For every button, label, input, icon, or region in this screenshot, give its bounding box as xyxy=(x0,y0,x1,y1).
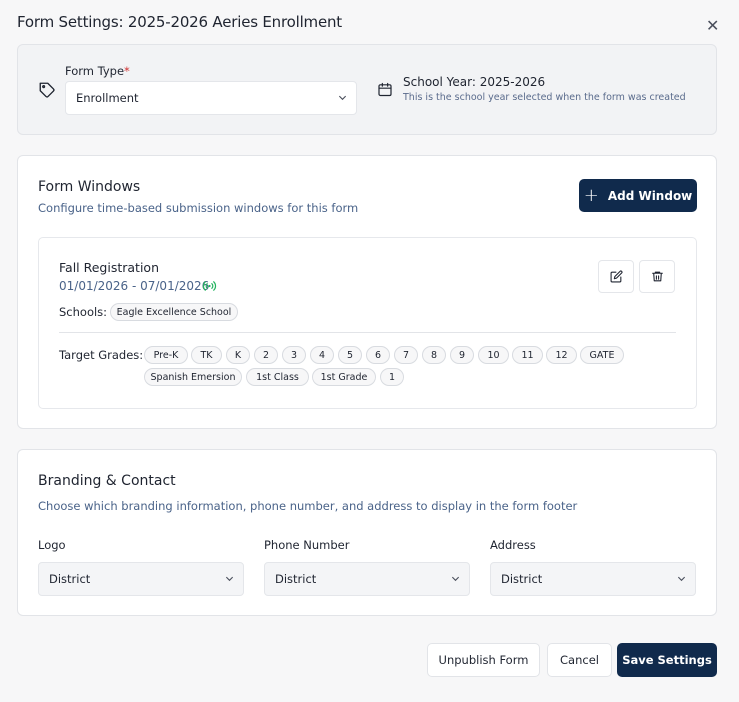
window-name: Fall Registration xyxy=(59,260,159,275)
branding-card: Branding & Contact Choose which branding… xyxy=(17,449,717,616)
dialog-title: Form Settings: 2025-2026 Aeries Enrollme… xyxy=(17,13,342,31)
window-dates: 01/01/2026 - 07/01/2026 xyxy=(59,279,210,293)
trash-icon xyxy=(651,271,663,282)
grade-pill: 4 xyxy=(310,346,334,364)
grade-pill: 12 xyxy=(546,346,577,364)
form-windows-title: Form Windows xyxy=(38,179,141,195)
grade-pill: GATE xyxy=(580,346,624,364)
grade-pill: Pre-K xyxy=(144,346,188,364)
broadcast-icon xyxy=(202,281,217,291)
branding-subtitle: Choose which branding information, phone… xyxy=(38,499,578,513)
phone-select[interactable]: District xyxy=(264,562,470,596)
edit-window-button[interactable] xyxy=(598,260,634,293)
chevron-down-icon xyxy=(225,576,234,582)
grade-pill: 3 xyxy=(282,346,306,364)
grade-pill: 7 xyxy=(394,346,418,364)
phone-value: District xyxy=(275,572,317,586)
save-settings-button[interactable]: Save Settings xyxy=(617,643,717,677)
add-window-button[interactable]: + Add Window xyxy=(579,179,697,212)
form-type-card: Form Type* Enrollment School Year: 2025-… xyxy=(17,44,717,135)
form-type-label: Form Type* xyxy=(65,64,130,78)
address-value: District xyxy=(501,572,543,586)
address-label: Address xyxy=(490,538,536,552)
school-year-note: This is the school year selected when th… xyxy=(403,92,686,103)
logo-select[interactable]: District xyxy=(38,562,244,596)
grade-pill: 10 xyxy=(478,346,509,364)
form-type-value: Enrollment xyxy=(76,91,139,105)
logo-label: Logo xyxy=(38,538,66,552)
delete-window-button[interactable] xyxy=(639,260,675,293)
divider xyxy=(59,332,676,333)
target-grades-list: Pre-K TK K 2 3 4 5 6 7 8 9 10 11 12 GATE… xyxy=(144,346,684,392)
grade-pill: K xyxy=(226,346,250,364)
form-type-select[interactable]: Enrollment xyxy=(65,81,357,115)
chevron-down-icon xyxy=(677,576,686,582)
form-type-label-text: Form Type xyxy=(65,64,125,78)
form-windows-card: Form Windows Configure time-based submis… xyxy=(17,155,717,429)
logo-value: District xyxy=(49,572,91,586)
grade-pill: Spanish Emersion xyxy=(144,368,242,386)
branding-title: Branding & Contact xyxy=(38,473,176,489)
edit-icon xyxy=(610,270,623,283)
add-window-label: Add Window xyxy=(607,188,693,203)
grade-pill: 1st Grade xyxy=(312,368,376,386)
grade-pill: 5 xyxy=(338,346,362,364)
calendar-icon xyxy=(378,82,392,97)
schools-label: Schools: xyxy=(59,305,108,319)
tag-icon xyxy=(39,82,55,98)
grade-pill: TK xyxy=(191,346,222,364)
school-year-label: School Year: 2025-2026 xyxy=(403,75,546,89)
grade-pill: 1st Class xyxy=(246,368,309,386)
grade-pill: 11 xyxy=(512,346,543,364)
cancel-button[interactable]: Cancel xyxy=(547,643,612,677)
grade-pill: 8 xyxy=(422,346,446,364)
window-item: Fall Registration 01/01/2026 - 07/01/202… xyxy=(38,237,697,409)
chevron-down-icon xyxy=(338,95,347,101)
grade-pill: 1 xyxy=(380,368,404,386)
grade-pill: 2 xyxy=(254,346,278,364)
grade-pill: 9 xyxy=(450,346,474,364)
target-grades-label: Target Grades: xyxy=(59,348,144,362)
chevron-down-icon xyxy=(451,576,460,582)
close-icon[interactable]: ✕ xyxy=(706,18,719,34)
school-pill: Eagle Excellence School xyxy=(110,303,238,321)
form-windows-subtitle: Configure time-based submission windows … xyxy=(38,201,359,215)
phone-label: Phone Number xyxy=(264,538,350,552)
unpublish-form-button[interactable]: Unpublish Form xyxy=(427,643,540,677)
plus-icon: + xyxy=(583,184,599,206)
address-select[interactable]: District xyxy=(490,562,696,596)
grade-pill: 6 xyxy=(366,346,390,364)
required-mark: * xyxy=(124,64,130,78)
